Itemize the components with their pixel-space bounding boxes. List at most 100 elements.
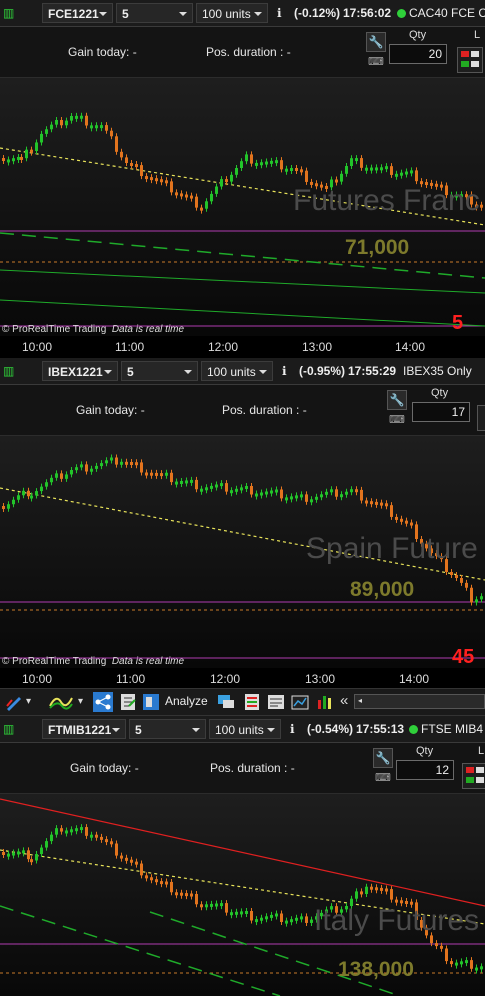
candle — [225, 483, 228, 492]
qty-input[interactable]: 17 — [412, 402, 470, 422]
candle — [375, 167, 378, 171]
candle — [405, 171, 408, 175]
candle — [230, 490, 233, 494]
copyright-notice: © ProRealTime Trading Data is real time — [2, 656, 185, 667]
candle — [135, 164, 138, 168]
candle — [355, 891, 358, 899]
keyboard-icon[interactable]: ⌨ — [366, 55, 386, 69]
panel2-chart[interactable]: Spain Future 89,000 45 © ProRealTime Tra… — [0, 436, 485, 668]
order-list-icon[interactable] — [477, 405, 485, 431]
candle — [45, 482, 48, 487]
symbol-select[interactable]: IBEX1221 — [42, 361, 118, 381]
candle — [460, 961, 463, 965]
units-select[interactable]: 100 units — [209, 719, 281, 739]
candle — [65, 830, 68, 834]
candle — [75, 828, 78, 832]
interval-select[interactable]: 5 minutes — [116, 3, 193, 41]
window-chart-icon[interactable] — [290, 692, 310, 712]
candle — [30, 859, 33, 863]
candle — [55, 828, 58, 835]
candle — [170, 181, 173, 193]
order-list-icon[interactable] — [462, 763, 485, 789]
pencil-icon[interactable] — [4, 692, 24, 712]
pos-duration-label: Pos. duration : - — [206, 45, 291, 59]
indicator-icon[interactable] — [48, 692, 74, 712]
candle — [220, 179, 223, 187]
chevron-down-icon[interactable]: ▾ — [26, 692, 38, 712]
candle — [250, 154, 253, 164]
candle — [315, 496, 318, 500]
qty-label: Qty — [416, 745, 434, 757]
candle — [80, 115, 83, 119]
toolbar-scrollbar[interactable]: ◂ — [354, 694, 485, 709]
candle — [390, 889, 393, 900]
units-select[interactable]: 100 units — [201, 361, 273, 381]
axis-tick-label: 14:00 — [395, 340, 426, 354]
candlestick-icon[interactable]: ▥ — [3, 719, 23, 739]
order-ticket-icon[interactable] — [118, 692, 138, 712]
analyze-icon[interactable] — [141, 692, 161, 712]
candle — [415, 170, 418, 182]
panel3-chart[interactable]: Italy Futures 138,000 — [0, 794, 485, 996]
candle — [330, 489, 333, 493]
candle — [255, 493, 258, 497]
wrench-icon[interactable]: 🔧 — [366, 32, 386, 52]
wrench-icon[interactable]: 🔧 — [373, 748, 393, 768]
panel1-chart[interactable]: Futures Franc 71,000 5 © ProRealTime Tra… — [0, 78, 485, 336]
candle — [65, 120, 68, 126]
news-icon[interactable] — [266, 692, 286, 712]
info-icon[interactable]: ℹ — [290, 719, 300, 739]
axis-tick-label: 11:00 — [115, 340, 145, 354]
interval-select[interactable]: 5 minutes — [121, 361, 198, 399]
info-icon[interactable]: ℹ — [277, 3, 287, 23]
chevron-down-icon[interactable]: ▾ — [78, 692, 90, 712]
green-channel-line — [0, 269, 485, 294]
candle — [130, 163, 133, 166]
symbol-select[interactable]: FTMIB1221 — [42, 719, 126, 739]
candle — [190, 195, 193, 199]
units-select[interactable]: 100 units — [196, 3, 268, 23]
candle — [155, 879, 158, 883]
candle — [380, 887, 383, 891]
candle — [370, 886, 373, 890]
candle — [380, 167, 383, 171]
candlestick-icon[interactable]: ▥ — [3, 3, 23, 23]
candle — [390, 166, 393, 175]
candlestick-icon[interactable]: ▥ — [3, 361, 23, 381]
list-icon[interactable] — [242, 692, 262, 712]
info-icon[interactable]: ℹ — [282, 361, 292, 381]
order-list-icon[interactable] — [457, 47, 483, 73]
candle — [340, 173, 343, 182]
candle — [135, 861, 138, 865]
overflow-chevron-icon[interactable]: « — [340, 692, 348, 709]
candle — [305, 170, 308, 182]
keyboard-icon[interactable]: ⌨ — [373, 771, 393, 785]
qty-input[interactable]: 12 — [396, 760, 454, 780]
interval-select[interactable]: 5 minutes — [129, 719, 206, 757]
candle — [290, 496, 293, 500]
keyboard-icon[interactable]: ⌨ — [387, 413, 407, 427]
candle — [115, 843, 118, 856]
position-count-label: 5 — [452, 312, 464, 334]
candle — [360, 489, 363, 501]
candle — [185, 194, 188, 198]
qty-input[interactable]: 20 — [389, 44, 447, 64]
share-icon[interactable] — [93, 692, 113, 712]
symbol-select[interactable]: FCE1221 — [42, 3, 113, 23]
screener-icon[interactable] — [315, 692, 335, 712]
candle — [395, 173, 398, 177]
candle — [240, 911, 243, 915]
candle — [480, 596, 483, 600]
candle — [22, 490, 25, 496]
candle — [325, 491, 328, 495]
scroll-left-icon[interactable]: ◂ — [358, 696, 362, 705]
gain-today-label: Gain today: - — [68, 45, 137, 59]
candle — [175, 892, 178, 896]
analyze-button[interactable]: Analyze — [165, 694, 208, 708]
chat-icon[interactable] — [216, 692, 236, 712]
candle — [175, 192, 178, 196]
wrench-icon[interactable]: 🔧 — [387, 390, 407, 410]
candle — [45, 841, 48, 848]
candle — [400, 518, 403, 522]
candle — [470, 960, 473, 969]
